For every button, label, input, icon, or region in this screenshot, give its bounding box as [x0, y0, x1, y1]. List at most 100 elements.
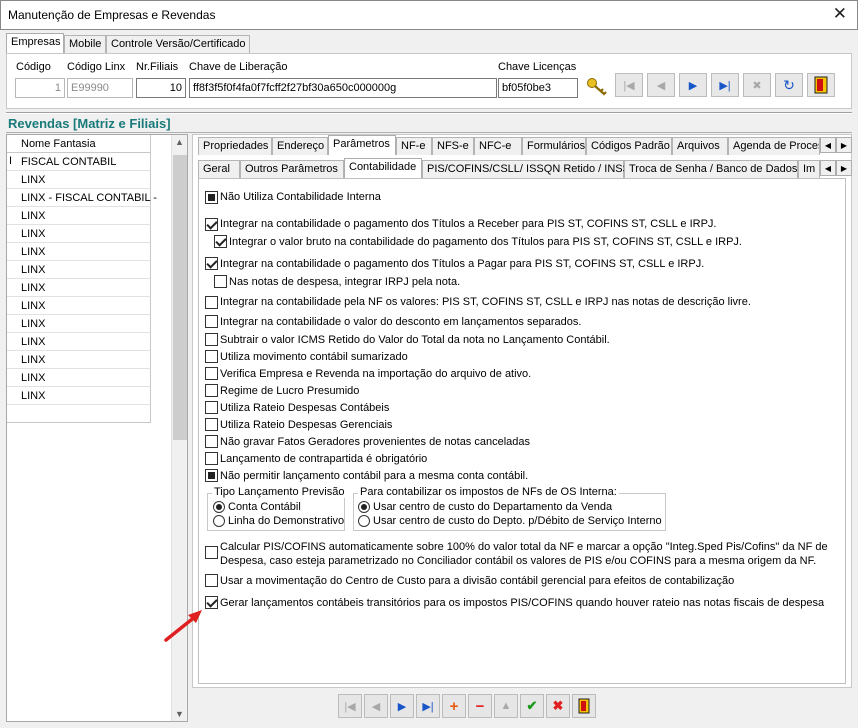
tab-nfe[interactable]: NF-e: [396, 137, 432, 155]
tabs-scroll-left-icon[interactable]: ◀: [820, 137, 836, 153]
option-label: Integrar na contabilidade o valor do des…: [220, 316, 582, 328]
last-record-icon[interactable]: ▶|: [416, 694, 440, 718]
scroll-down-icon[interactable]: ▼: [175, 709, 184, 719]
checkbox-rateio-contabeis[interactable]: [205, 401, 218, 414]
tab-outros-parametros[interactable]: Outros Parâmetros: [240, 160, 344, 178]
cancel-icon[interactable]: ✖: [546, 694, 570, 718]
table-row[interactable]: I FISCAL CONTABIL: [7, 153, 151, 171]
option-label: Calcular PIS/COFINS automaticamente sobr…: [220, 541, 828, 553]
tab-agenda[interactable]: Agenda de Proces: [728, 137, 820, 155]
tab-troca-senha[interactable]: Troca de Senha / Banco de Dados: [624, 160, 798, 178]
first-record-icon[interactable]: |◀: [615, 73, 643, 97]
prev-record-icon[interactable]: ◀: [647, 73, 675, 97]
table-row[interactable]: LINX: [7, 315, 151, 333]
refresh-icon[interactable]: ↻: [775, 73, 803, 97]
tab-formularios[interactable]: Formulários: [522, 137, 586, 155]
radio-depto-venda[interactable]: [358, 501, 370, 513]
subtabs-scroll-left-icon[interactable]: ◀: [820, 160, 836, 176]
checkbox-titulos-pagar[interactable]: [205, 257, 218, 270]
codigo-linx-field[interactable]: E99990: [67, 78, 133, 98]
checkbox-mesma-conta[interactable]: [205, 469, 218, 482]
tab-pis-cofins[interactable]: PIS/COFINS/CSLL/ ISSQN Retido / INSS: [422, 160, 630, 178]
radio-label: Linha do Demonstrativo: [228, 515, 345, 527]
tab-contabilidade[interactable]: Contabilidade: [344, 158, 422, 178]
radio-conta-contabil[interactable]: [213, 501, 225, 513]
revendas-header: Revendas [Matriz e Filiais]: [6, 116, 852, 133]
checkbox-fatos-geradores[interactable]: [205, 435, 218, 448]
option-label: Integrar o valor bruto na contabilidade …: [229, 236, 742, 248]
tab-geral[interactable]: Geral: [198, 160, 240, 178]
checkbox-contrapartida[interactable]: [205, 452, 218, 465]
table-row[interactable]: LINX: [7, 225, 151, 243]
next-record-icon[interactable]: ▶: [390, 694, 414, 718]
key-icon[interactable]: [583, 75, 611, 99]
chave-licencas-field[interactable]: bf05f0be3: [498, 78, 578, 98]
row-label: LINX: [21, 318, 46, 330]
checkbox-calcular-pis-cofins[interactable]: [205, 546, 218, 559]
tab-empresas[interactable]: Empresas: [6, 33, 64, 53]
tab-codigos-padrao[interactable]: Códigos Padrão: [586, 137, 672, 155]
checkbox-centro-custo[interactable]: [205, 574, 218, 587]
table-row[interactable]: LINX: [7, 351, 151, 369]
table-row[interactable]: LINX: [7, 387, 151, 405]
divider: [6, 112, 852, 114]
first-record-icon[interactable]: |◀: [338, 694, 362, 718]
radio-linha-demonstrativo[interactable]: [213, 515, 225, 527]
checkbox-rateio-gerenciais[interactable]: [205, 418, 218, 431]
checkbox-titulos-receber[interactable]: [205, 218, 218, 231]
table-row[interactable]: LINX: [7, 171, 151, 189]
table-row[interactable]: LINX: [7, 297, 151, 315]
scroll-up-icon[interactable]: ▲: [175, 137, 184, 147]
tab-parametros[interactable]: Parâmetros: [328, 135, 396, 155]
next-record-icon[interactable]: ▶: [679, 73, 707, 97]
grid-header[interactable]: Nome Fantasia: [7, 135, 151, 153]
radio-depto-servico[interactable]: [358, 515, 370, 527]
table-row[interactable]: LINX: [7, 369, 151, 387]
remove-icon[interactable]: −: [468, 694, 492, 718]
table-row[interactable]: LINX: [7, 279, 151, 297]
codigo-field[interactable]: 1: [15, 78, 65, 98]
checkbox-nf-descricao-livre[interactable]: [205, 296, 218, 309]
checkbox-nao-utiliza[interactable]: [205, 191, 218, 204]
checkbox-lucro-presumido[interactable]: [205, 384, 218, 397]
checkbox-sumarizado[interactable]: [205, 350, 218, 363]
checkbox-irpj-nota[interactable]: [214, 275, 227, 288]
table-row[interactable]: LINX: [7, 243, 151, 261]
tab-im[interactable]: Im: [798, 160, 820, 178]
close-icon[interactable]: ✕: [833, 4, 847, 24]
table-row[interactable]: LINX: [7, 333, 151, 351]
row-label: LINX: [21, 246, 46, 258]
tab-endereco[interactable]: Endereço: [272, 137, 328, 155]
tab-arquivos[interactable]: Arquivos: [672, 137, 728, 155]
edit-icon[interactable]: ▲: [494, 694, 518, 718]
prev-record-icon[interactable]: ◀: [364, 694, 388, 718]
table-row[interactable]: LINX: [7, 261, 151, 279]
table-row[interactable]: LINX - FISCAL CONTABIL -: [7, 189, 157, 207]
chave-liberacao-label: Chave de Liberação: [189, 61, 288, 73]
confirm-icon[interactable]: ✔: [520, 694, 544, 718]
table-row[interactable]: LINX: [7, 207, 151, 225]
tabs-scroll-right-icon[interactable]: ▶: [836, 137, 852, 153]
checkbox-valor-bruto[interactable]: [214, 235, 227, 248]
last-record-icon[interactable]: ▶|: [711, 73, 739, 97]
checkbox-icms-retido[interactable]: [205, 333, 218, 346]
group-title: Tipo Lançamento Previsão: [212, 486, 347, 498]
checkbox-verifica-empresa[interactable]: [205, 367, 218, 380]
exit-icon[interactable]: [572, 694, 596, 718]
checkbox-desconto[interactable]: [205, 315, 218, 328]
tab-mobile[interactable]: Mobile: [64, 35, 106, 53]
exit-icon[interactable]: [807, 73, 835, 97]
add-icon[interactable]: +: [442, 694, 466, 718]
main-tabs: Propriedades Endereço Parâmetros NF-e NF…: [198, 135, 852, 156]
chave-liberacao-field[interactable]: ff8f3f5f0f4fa0f7fcff2f27bf30a650c000000g: [189, 78, 497, 98]
tab-controle-versao[interactable]: Controle Versão/Certificado: [106, 35, 250, 53]
tab-propriedades[interactable]: Propriedades: [198, 137, 272, 155]
revendas-grid[interactable]: Nome Fantasia I FISCAL CONTABIL LINX LINX…: [6, 134, 188, 722]
delete-icon[interactable]: ✖: [743, 73, 771, 97]
tab-nfce[interactable]: NFC-e: [474, 137, 522, 155]
scroll-thumb[interactable]: [173, 155, 187, 440]
subtabs-scroll-right-icon[interactable]: ▶: [836, 160, 852, 176]
tab-nfse[interactable]: NFS-e: [432, 137, 474, 155]
option-label: Utiliza Rateio Despesas Gerenciais: [220, 419, 393, 431]
nr-filiais-field[interactable]: 10: [136, 78, 186, 98]
